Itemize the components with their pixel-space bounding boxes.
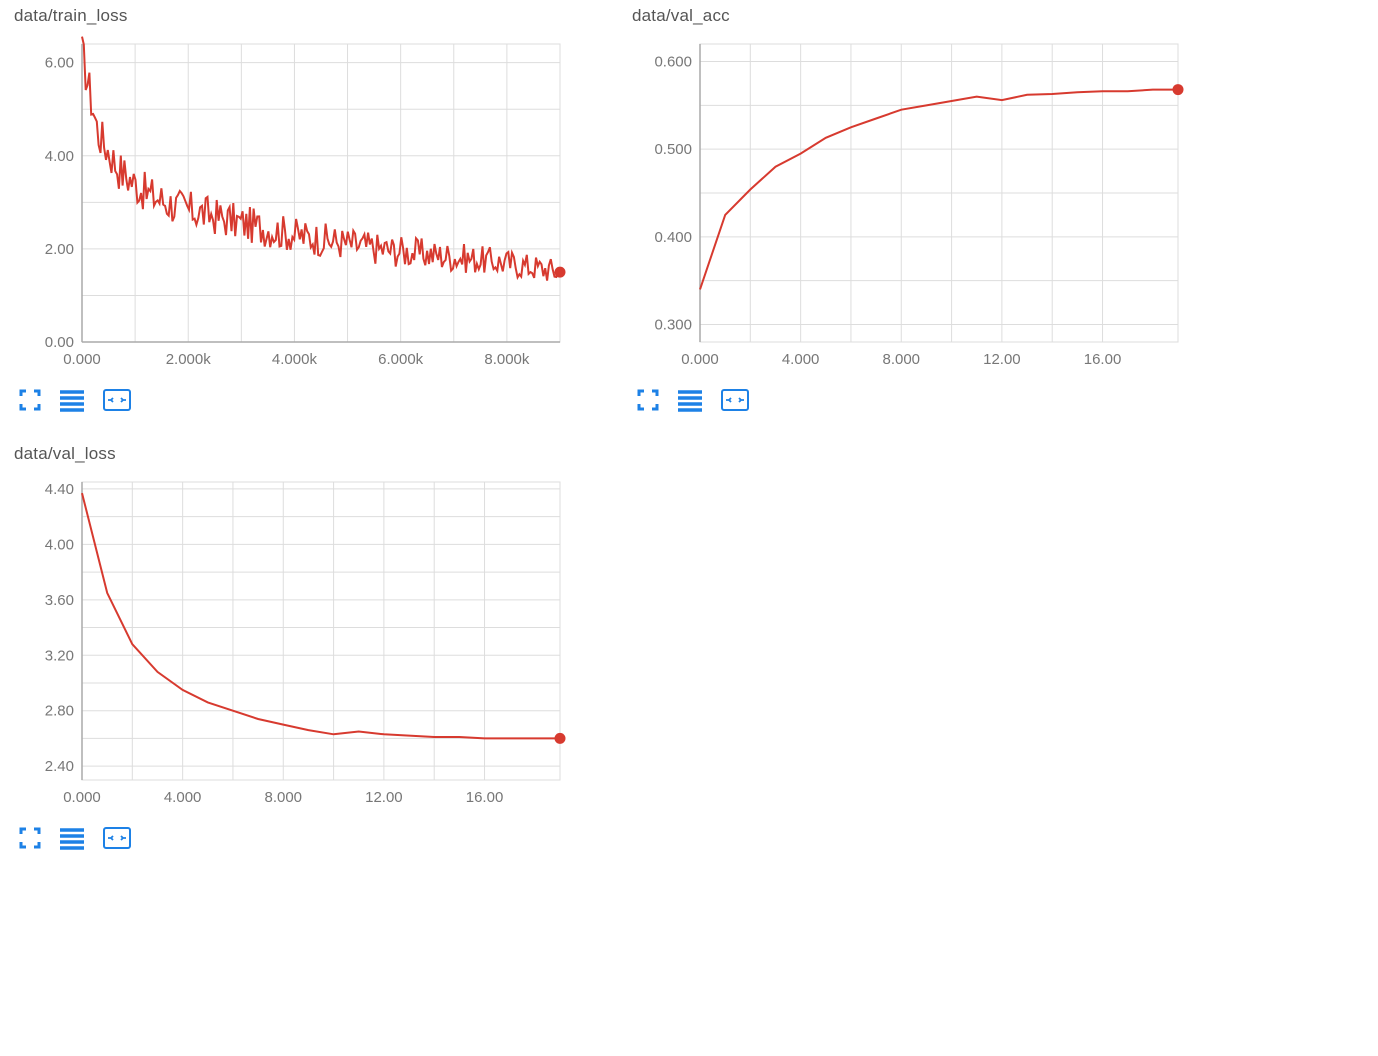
svg-text:6.00: 6.00 (45, 55, 74, 72)
svg-text:3.20: 3.20 (45, 647, 74, 664)
svg-text:8.000: 8.000 (264, 789, 302, 806)
svg-text:2.40: 2.40 (45, 758, 74, 775)
dashboard: data/train_loss 0.00 2.00 4.00 6.00 0.000 2.0… (0, 0, 1378, 884)
chart-val-loss[interactable]: 2.40 2.80 3.20 3.60 4.00 4.40 0.000 4.000 8.000 1… (12, 470, 572, 820)
panel-toolbar (630, 382, 1230, 412)
svg-text:0.000: 0.000 (63, 351, 101, 368)
svg-text:2.80: 2.80 (45, 703, 74, 720)
svg-text:0.000: 0.000 (63, 789, 101, 806)
chart-container: 0.00 2.00 4.00 6.00 0.000 2.000k 4.000k 6.000k 8… (12, 32, 612, 382)
svg-text:3.60: 3.60 (45, 592, 74, 609)
panel-toolbar (12, 382, 612, 412)
svg-text:0.500: 0.500 (654, 141, 692, 158)
panel-val-acc: data/val_acc 0.300 0.400 0.500 0.600 0.000 4.… (630, 4, 1230, 412)
svg-text:16.00: 16.00 (1084, 351, 1122, 368)
panel-val-loss: data/val_loss 2.40 2.80 3.20 3.60 4.00 4.40 0.… (12, 442, 612, 850)
fit-icon[interactable] (102, 388, 132, 412)
lines-icon[interactable] (58, 388, 86, 412)
panel-title: data/val_loss (14, 444, 612, 464)
chart-container: 2.40 2.80 3.20 3.60 4.00 4.40 0.000 4.000 8.000 1… (12, 470, 612, 820)
lines-icon[interactable] (676, 388, 704, 412)
panel-train-loss: data/train_loss 0.00 2.00 4.00 6.00 0.000 2.0… (12, 4, 612, 412)
svg-text:0.00: 0.00 (45, 334, 74, 351)
svg-text:0.600: 0.600 (654, 54, 692, 71)
svg-text:12.00: 12.00 (983, 351, 1021, 368)
svg-text:4.00: 4.00 (45, 536, 74, 553)
svg-text:6.000k: 6.000k (378, 351, 424, 368)
svg-text:12.00: 12.00 (365, 789, 403, 806)
svg-text:4.000k: 4.000k (272, 351, 318, 368)
panel-title: data/val_acc (632, 6, 1230, 26)
chart-container: 0.300 0.400 0.500 0.600 0.000 4.000 8.000 12.00… (630, 32, 1230, 382)
svg-text:16.00: 16.00 (466, 789, 504, 806)
expand-icon[interactable] (18, 826, 42, 850)
fit-icon[interactable] (102, 826, 132, 850)
svg-text:2.000k: 2.000k (166, 351, 212, 368)
panel-toolbar (12, 820, 612, 850)
svg-text:4.000: 4.000 (782, 351, 820, 368)
expand-icon[interactable] (636, 388, 660, 412)
svg-text:8.000k: 8.000k (484, 351, 530, 368)
svg-text:2.00: 2.00 (45, 241, 74, 258)
chart-train-loss[interactable]: 0.00 2.00 4.00 6.00 0.000 2.000k 4.000k 6.000k 8… (12, 32, 572, 382)
expand-icon[interactable] (18, 388, 42, 412)
svg-text:8.000: 8.000 (882, 351, 920, 368)
svg-text:4.40: 4.40 (45, 481, 74, 498)
svg-text:0.300: 0.300 (654, 316, 692, 333)
svg-text:0.000: 0.000 (681, 351, 719, 368)
svg-text:4.00: 4.00 (45, 148, 74, 165)
panel-title: data/train_loss (14, 6, 612, 26)
chart-val-acc[interactable]: 0.300 0.400 0.500 0.600 0.000 4.000 8.000 12.00… (630, 32, 1190, 382)
lines-icon[interactable] (58, 826, 86, 850)
svg-text:0.400: 0.400 (654, 229, 692, 246)
fit-icon[interactable] (720, 388, 750, 412)
svg-text:4.000: 4.000 (164, 789, 202, 806)
